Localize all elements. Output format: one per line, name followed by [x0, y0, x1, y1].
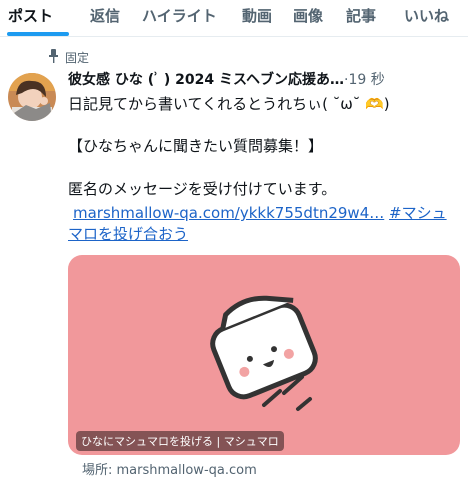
pinned-label: 固定 — [65, 50, 90, 65]
tab-videos[interactable]: 動画 — [242, 5, 272, 26]
post-link-line: marshmallow-qa.com/ykkk755dtn29w4… #マシュ — [73, 203, 447, 224]
pin-icon — [48, 48, 59, 66]
marshmallow-icon — [210, 295, 318, 411]
card-domain[interactable]: 場所: marshmallow-qa.com — [82, 459, 257, 478]
post-hashtag-line: マロを投げ合おう — [68, 224, 188, 245]
tab-posts[interactable]: ポスト — [8, 5, 53, 26]
post-text-line-3: 匿名のメッセージを受け付けています。 — [68, 180, 337, 198]
avatar[interactable] — [8, 73, 56, 121]
post-time[interactable]: ·19 秒 — [344, 69, 385, 89]
tab-likes[interactable]: いいね — [404, 5, 449, 26]
post-text-line-2: 【ひなちゃんに聞きたい質問募集！】 — [68, 137, 324, 155]
profile-tab-bar: ポスト 返信 ハイライト 動画 画像 記事 いいね — [0, 0, 468, 37]
post-url-link[interactable]: marshmallow-qa.com/ykkk755dtn29w4… — [73, 204, 384, 222]
active-tab-indicator — [7, 32, 69, 36]
tab-replies[interactable]: 返信 — [90, 5, 120, 26]
hashtag-link-continued[interactable]: マロを投げ合おう — [68, 225, 188, 243]
post-text-line-1: 日記見てから書いてくれるとうれちぃ( ˘ω˘ 🫶) — [68, 95, 390, 113]
tab-media[interactable]: 画像 — [293, 5, 323, 26]
link-card[interactable]: ひなにマシュマロを投げる | マシュマロ — [68, 255, 460, 455]
tab-highlights[interactable]: ハイライト — [142, 5, 217, 26]
post-header: 彼女感 ひな ( ͗ ) 2024 ミスヘブン応援あ…·19 秒 — [68, 69, 463, 89]
card-caption: ひなにマシュマロを投げる | マシュマロ — [76, 431, 284, 451]
display-name[interactable]: 彼女感 ひな ( ͗ ) 2024 ミスヘブン応援あ… — [68, 69, 344, 89]
pinned-indicator: 固定 — [48, 48, 90, 66]
hashtag-link[interactable]: #マシュ — [389, 204, 447, 222]
tab-articles[interactable]: 記事 — [346, 5, 376, 26]
